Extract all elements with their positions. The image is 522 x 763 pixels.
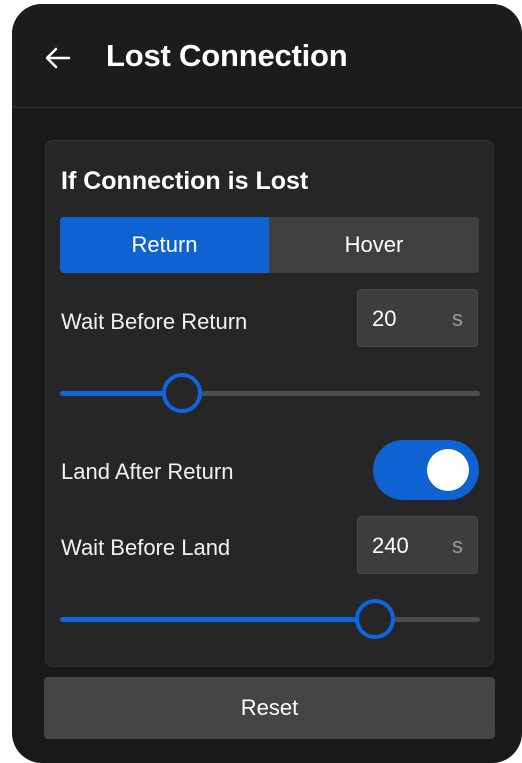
wait-before-land-input[interactable]: 240 s <box>357 516 478 574</box>
wait-before-return-input[interactable]: 20 s <box>357 289 478 347</box>
slider-fill <box>60 617 375 622</box>
header-bar: Lost Connection <box>12 4 522 108</box>
land-after-return-toggle[interactable] <box>373 440 479 500</box>
mode-return-option[interactable]: Return <box>60 217 269 273</box>
slider-thumb[interactable] <box>355 599 395 639</box>
reset-button[interactable]: Reset <box>44 677 495 739</box>
wait-before-land-unit: s <box>452 533 463 558</box>
connection-lost-card: If Connection is Lost Return Hover Wait … <box>45 140 494 667</box>
section-title: If Connection is Lost <box>61 167 309 195</box>
wait-before-return-value: 20 <box>372 306 397 331</box>
mode-hover-option[interactable]: Hover <box>269 217 479 273</box>
back-button[interactable] <box>42 42 74 74</box>
arrow-left-icon <box>45 47 71 69</box>
wait-before-land-slider[interactable] <box>60 599 480 639</box>
wait-before-return-slider[interactable] <box>60 373 480 413</box>
wait-before-land-label: Wait Before Land <box>61 535 231 560</box>
land-after-return-label: Land After Return <box>61 459 234 484</box>
wait-before-return-unit: s <box>452 306 463 331</box>
toggle-knob <box>427 449 469 491</box>
slider-thumb[interactable] <box>162 373 202 413</box>
mode-segmented-control: Return Hover <box>60 217 479 273</box>
wait-before-land-value: 240 <box>372 533 409 558</box>
lost-connection-screen: Lost Connection If Connection is Lost Re… <box>12 4 522 763</box>
wait-before-return-label: Wait Before Return <box>61 309 248 334</box>
page-title: Lost Connection <box>106 38 348 73</box>
